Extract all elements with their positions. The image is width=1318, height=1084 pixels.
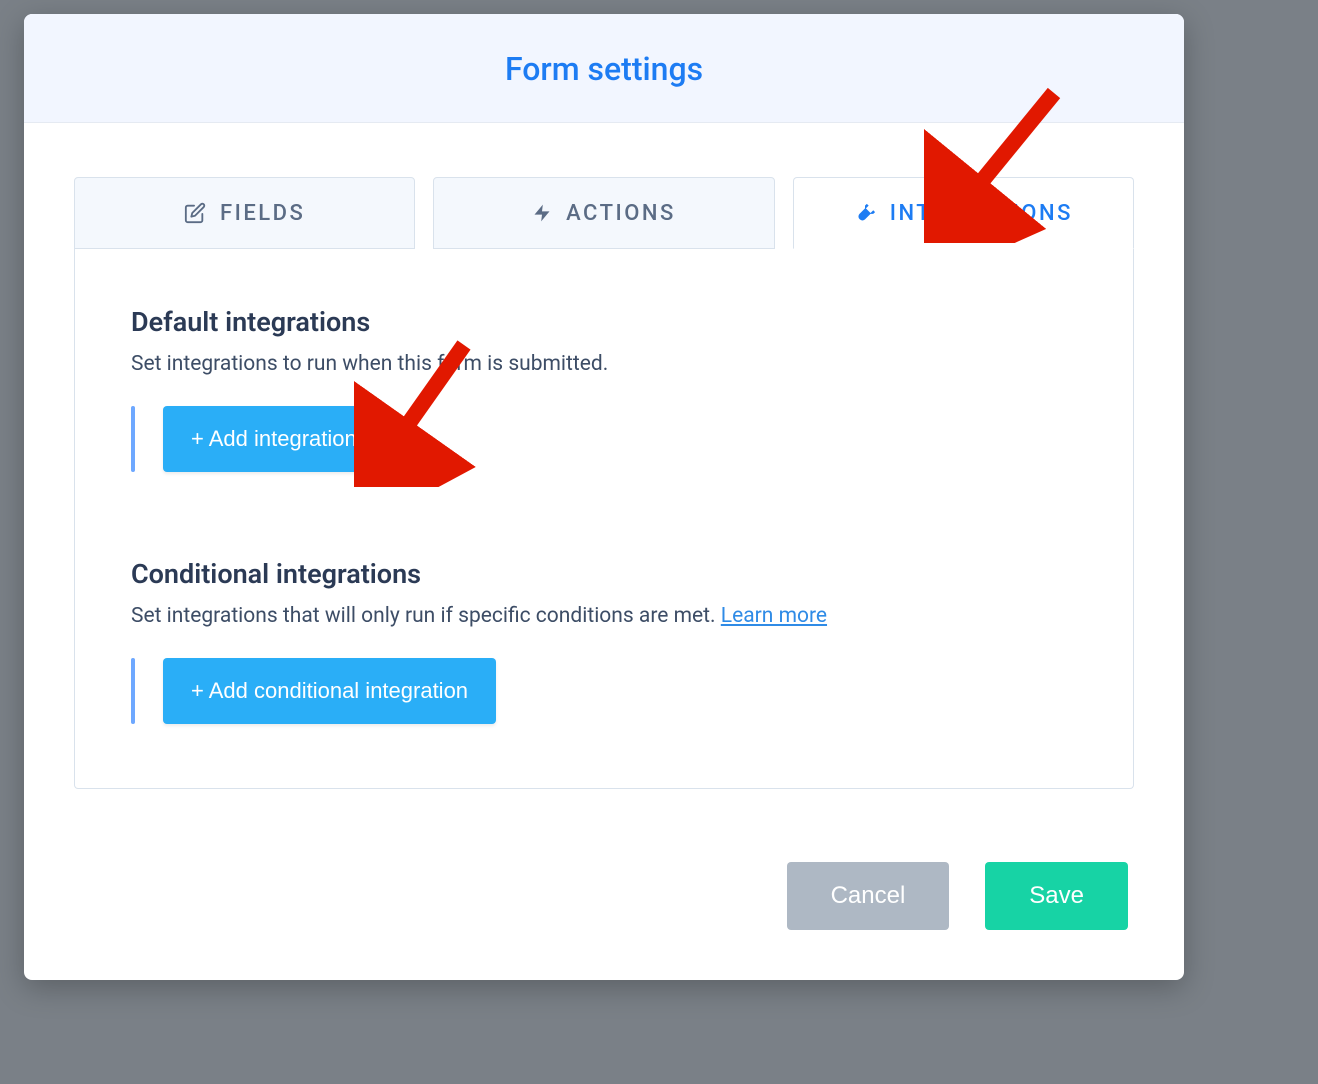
plug-icon — [854, 202, 876, 224]
integrations-panel: Default integrations Set integrations to… — [74, 248, 1134, 789]
modal-title: Form settings — [24, 50, 1184, 88]
accent-bar — [131, 658, 135, 724]
default-integrations-title: Default integrations — [131, 306, 1077, 338]
learn-more-link[interactable]: Learn more — [721, 604, 827, 628]
tabs: FIELDS ACTIONS INTEGRATIONS — [74, 177, 1134, 249]
conditional-integrations-desc-text: Set integrations that will only run if s… — [131, 604, 721, 628]
tab-fields-label: FIELDS — [220, 201, 305, 226]
form-settings-modal: Form settings FIELDS ACTIONS — [24, 14, 1184, 980]
tab-integrations-label: INTEGRATIONS — [890, 201, 1073, 226]
conditional-integrations-action-row: + Add conditional integration — [131, 658, 1077, 724]
modal-body: FIELDS ACTIONS INTEGRATIONS — [24, 123, 1184, 836]
lightning-icon — [532, 202, 552, 224]
conditional-integrations-title: Conditional integrations — [131, 558, 1077, 590]
modal-footer: Cancel Save — [24, 836, 1184, 980]
conditional-integrations-section: Conditional integrations Set integration… — [131, 558, 1077, 724]
cancel-button[interactable]: Cancel — [787, 862, 950, 930]
add-integration-button[interactable]: + Add integration — [163, 406, 385, 472]
conditional-integrations-desc: Set integrations that will only run if s… — [131, 604, 1077, 628]
modal-header: Form settings — [24, 14, 1184, 123]
tab-integrations[interactable]: INTEGRATIONS — [793, 177, 1134, 249]
add-conditional-integration-button[interactable]: + Add conditional integration — [163, 658, 496, 724]
default-integrations-section: Default integrations Set integrations to… — [131, 306, 1077, 472]
default-integrations-action-row: + Add integration — [131, 406, 1077, 472]
tab-actions-label: ACTIONS — [566, 201, 676, 226]
accent-bar — [131, 406, 135, 472]
tab-fields[interactable]: FIELDS — [74, 177, 415, 249]
edit-icon — [184, 202, 206, 224]
save-button[interactable]: Save — [985, 862, 1128, 930]
tab-actions[interactable]: ACTIONS — [433, 177, 774, 249]
default-integrations-desc: Set integrations to run when this form i… — [131, 352, 1077, 376]
